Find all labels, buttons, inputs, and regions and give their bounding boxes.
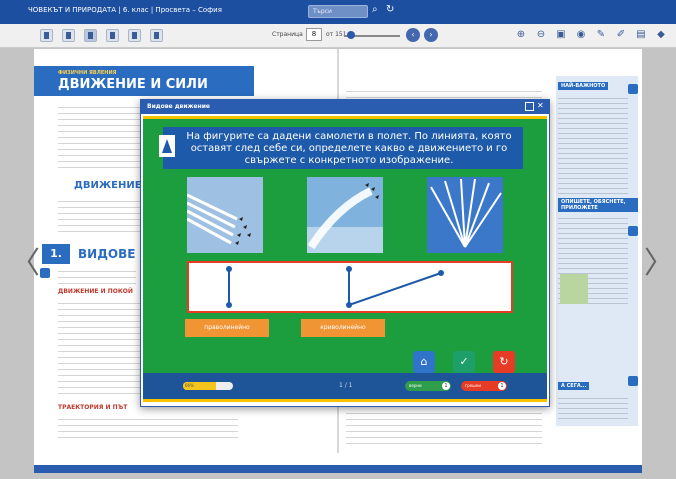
- left-page-paragraph-2: [58, 196, 140, 236]
- save-icon[interactable]: ▤: [634, 28, 648, 42]
- prev-page-button[interactable]: ‹: [406, 28, 420, 42]
- pen-icon[interactable]: ✎: [594, 28, 608, 42]
- zoom-in-icon[interactable]: ⊕: [514, 28, 528, 42]
- left-page-banner: ФИЗИЧНИ ЯВЛЕНИЯ ДВИЖЕНИЕ И СИЛИ: [34, 66, 254, 96]
- image-jets-formation[interactable]: [187, 177, 263, 253]
- sidebar-heading-now: А СЕГА...: [558, 382, 590, 390]
- right-page-sidebar: НАЙ-ВАЖНОТО ОПИШЕТЕ, ОБЯСНЕТЕ, ПРИЛОЖЕТЕ…: [556, 76, 638, 426]
- check-answers-icon[interactable]: ✓: [453, 351, 475, 373]
- lock-icon[interactable]: ⌂: [413, 351, 435, 373]
- sidebar-heading-exercises: ОПИШЕТЕ, ОБЯСНЕТЕ, ПРИЛОЖЕТЕ: [558, 198, 638, 212]
- correct-badge: верни 1: [405, 381, 451, 391]
- dialog-title: Видове движение: [147, 103, 211, 110]
- next-spread-arrow[interactable]: 〉: [644, 238, 674, 282]
- search-icon[interactable]: ⌕: [372, 4, 378, 15]
- activity-dialog: Видове движение ✕ На фигурите са дадени …: [140, 99, 550, 407]
- eye-icon[interactable]: ◉: [574, 28, 588, 42]
- previous-spread-arrow[interactable]: 〈: [10, 238, 40, 282]
- wrong-count: 1: [498, 382, 506, 390]
- image-jets-curve[interactable]: [307, 177, 383, 253]
- publisher-logo: [159, 135, 175, 157]
- right-resource-icon-3[interactable]: [628, 376, 638, 386]
- page-heading: ДВИЖЕНИЕ И СИЛИ: [58, 77, 208, 92]
- zoom-out-icon[interactable]: ⊖: [534, 28, 548, 42]
- sidebar-now-text: [558, 394, 628, 422]
- activity-footer: 66% 1 / 1 верни 1 грешни 1: [143, 373, 547, 399]
- wrong-label: грешни: [465, 383, 481, 388]
- right-resource-icon-1[interactable]: [628, 84, 638, 94]
- page-footer: [34, 453, 642, 465]
- refresh-icon[interactable]: ↻: [386, 4, 394, 15]
- page-number-input[interactable]: 8: [306, 28, 322, 41]
- question-counter: 1 / 1: [339, 382, 353, 389]
- correct-label: верни: [409, 383, 422, 388]
- wrong-badge: грешни 1: [461, 381, 507, 391]
- section-kicker: ФИЗИЧНИ ЯВЛЕНИЯ: [58, 70, 117, 76]
- bottom-bar: [34, 465, 642, 473]
- left-page-paragraph-4: [58, 298, 140, 398]
- activity-question: На фигурите са дадени самолети в полет. …: [186, 131, 512, 166]
- section-motion-rest: ДВИЖЕНИЕ И ПОКОЙ: [58, 288, 133, 295]
- activity-question-header: На фигурите са дадени самолети в полет. …: [159, 127, 523, 169]
- activity-panel: На фигурите са дадени самолети в полет. …: [143, 116, 547, 402]
- chapter-number: 1.: [42, 244, 70, 264]
- highlighter-icon[interactable]: ✐: [614, 28, 628, 42]
- eraser-icon[interactable]: ◆: [654, 28, 668, 42]
- sidebar-key-points-text: [558, 94, 628, 194]
- option-curved[interactable]: криволинейно: [301, 319, 385, 337]
- reset-icon[interactable]: ↻: [493, 351, 515, 373]
- view-double-page-icon[interactable]: [84, 29, 97, 42]
- view-single-page-icon[interactable]: [62, 29, 75, 42]
- view-list-icon[interactable]: [40, 29, 53, 42]
- right-page-paragraph-top: [346, 86, 542, 98]
- left-resource-icon[interactable]: [40, 268, 50, 278]
- fit-page-icon[interactable]: ▣: [554, 28, 568, 42]
- toolbar: Страница 8 от 151 ‹ › ⊕ ⊖ ▣ ◉ ✎ ✐ ▤ ◆: [0, 24, 676, 48]
- sidebar-heading-key-points: НАЙ-ВАЖНОТО: [558, 82, 609, 90]
- app-title: ЧОВЕКЪТ И ПРИРОДАТА | 6. клас | Просвета…: [28, 6, 222, 14]
- progress-label: 66%: [185, 383, 194, 388]
- right-resource-icon-2[interactable]: [628, 226, 638, 236]
- option-straight[interactable]: праволинейно: [185, 319, 269, 337]
- left-page-paragraph-5: [58, 414, 238, 440]
- left-page-subheading: ДВИЖЕНИЕ: [74, 180, 142, 191]
- match-drop-zone[interactable]: [187, 261, 513, 313]
- correct-count: 1: [442, 382, 450, 390]
- page-label: Страница: [272, 31, 303, 38]
- dialog-title-bar: Видове движение ✕: [141, 100, 549, 114]
- progress-bar: 66%: [183, 382, 233, 390]
- left-page-paragraph: [58, 102, 140, 172]
- top-bar: ЧОВЕКЪТ И ПРИРОДАТА | 6. клас | Просвета…: [0, 0, 676, 24]
- section-trajectory: ТРАЕКТОРИЯ И ПЪТ: [58, 404, 128, 411]
- page-slider-handle[interactable]: [347, 31, 355, 39]
- view-grid-icon[interactable]: [150, 29, 163, 42]
- view-spread-icon[interactable]: [106, 29, 119, 42]
- maximize-icon[interactable]: [525, 102, 534, 111]
- close-icon[interactable]: ✕: [537, 101, 544, 110]
- search-input[interactable]: Търси: [308, 5, 368, 18]
- right-page-paragraph-bottom: [346, 408, 542, 448]
- image-jets-burst[interactable]: [427, 177, 503, 253]
- left-page-paragraph-3: [58, 266, 136, 286]
- view-thumbnail-icon[interactable]: [128, 29, 141, 42]
- next-page-button[interactable]: ›: [424, 28, 438, 42]
- sidebar-map-image: [560, 274, 588, 304]
